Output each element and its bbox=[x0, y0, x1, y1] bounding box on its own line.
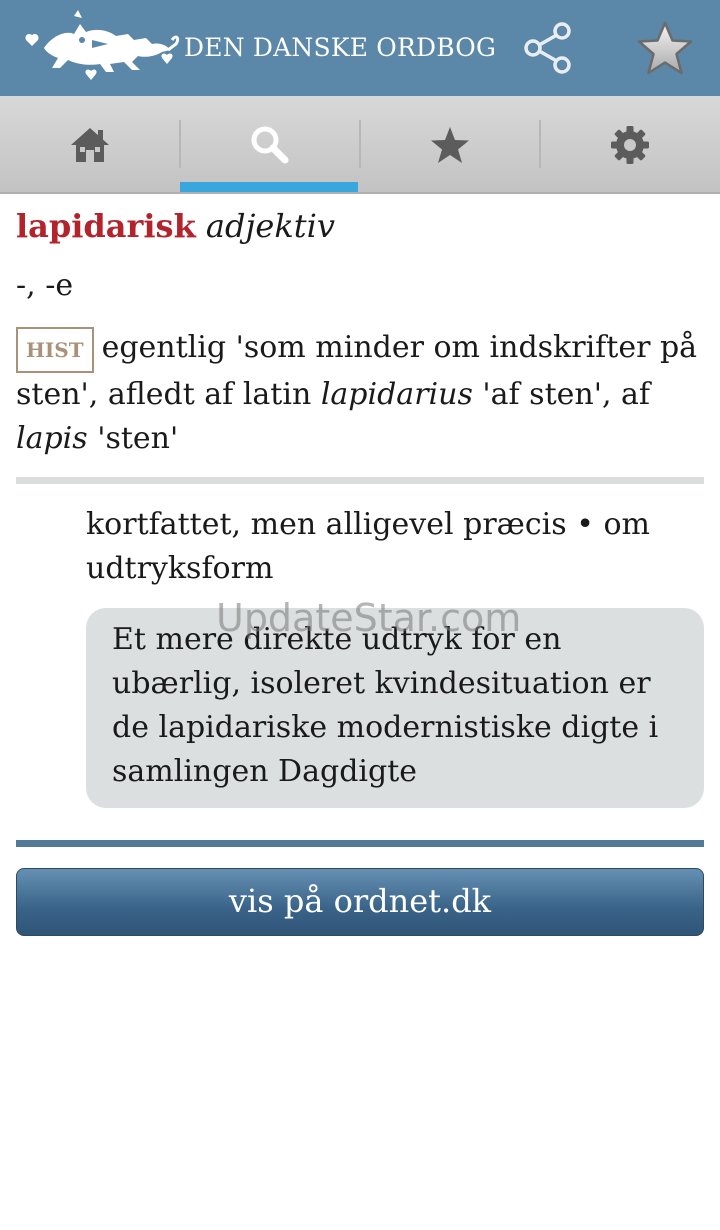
app-header: DEN DANSKE ORDBOG bbox=[0, 0, 720, 96]
gear-icon bbox=[611, 126, 649, 164]
tab-favorites[interactable] bbox=[360, 96, 540, 192]
tab-search[interactable] bbox=[180, 96, 360, 192]
headword: lapidarisk bbox=[16, 207, 196, 245]
tab-bar bbox=[0, 96, 720, 194]
share-icon[interactable] bbox=[520, 20, 576, 76]
hist-badge: HIST bbox=[16, 327, 94, 373]
etymology: HIST egentlig 'som minder om indskrifter … bbox=[16, 326, 706, 461]
home-icon bbox=[71, 128, 109, 162]
entry-heading: lapidarisk adjektiv bbox=[16, 207, 335, 245]
part-of-speech: adjektiv bbox=[205, 207, 335, 245]
definition: kortfattet, men alligevel præcis • om ud… bbox=[86, 507, 650, 586]
search-icon bbox=[251, 126, 289, 164]
app-title: DEN DANSKE ORDBOG bbox=[184, 33, 497, 62]
etymology-term: lapis bbox=[16, 421, 88, 456]
star-icon bbox=[431, 127, 469, 163]
etymology-text: 'af sten', af bbox=[482, 377, 651, 412]
active-tab-indicator bbox=[180, 182, 358, 192]
etymology-text: 'sten' bbox=[97, 421, 179, 456]
lions-logo bbox=[25, 10, 180, 80]
favorite-star-icon[interactable] bbox=[636, 20, 694, 78]
inflection: -, -e bbox=[16, 268, 74, 303]
tab-home[interactable] bbox=[0, 96, 180, 192]
tab-settings[interactable] bbox=[540, 96, 720, 192]
view-on-ordnet-button[interactable]: vis på ordnet.dk bbox=[16, 868, 704, 936]
example-text: Et mere direkte udtryk for en ubærlig, i… bbox=[112, 622, 659, 789]
etymology-term: lapidarius bbox=[320, 377, 473, 412]
divider bbox=[16, 477, 704, 484]
divider bbox=[16, 840, 704, 847]
watermark: UpdateStar.com bbox=[216, 596, 522, 640]
